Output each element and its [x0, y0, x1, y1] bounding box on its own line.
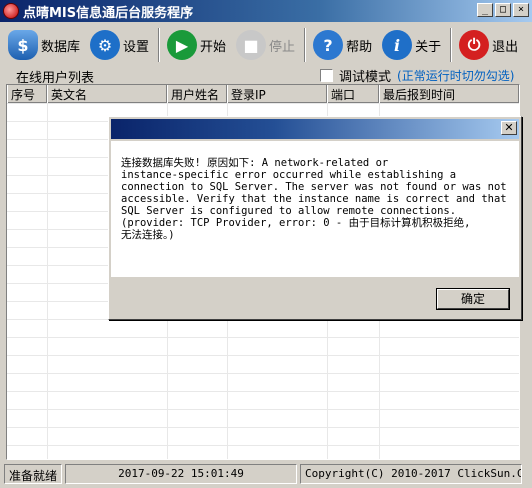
maximize-button[interactable]: □ [495, 3, 511, 17]
database-icon: $ [8, 30, 38, 60]
column-header-port[interactable]: 端口 [327, 85, 379, 103]
debug-mode-label[interactable]: 调试模式 [339, 66, 391, 85]
status-copyright: Copyright(C) 2010-2017 ClickSun.CN [300, 464, 522, 484]
column-header-user-name[interactable]: 用户姓名 [167, 85, 227, 103]
column-header-english-name[interactable]: 英文名 [47, 85, 167, 103]
help-button[interactable]: ? 帮助 [309, 27, 376, 63]
stop-button[interactable]: ■ 停止 [232, 27, 299, 63]
error-message: 连接数据库失败! 原因如下: A network-related or inst… [121, 157, 507, 241]
power-icon: ⏻ [459, 30, 490, 60]
debug-mode-area: 调试模式 (正常运行时切勿勾选) [320, 66, 514, 85]
dialog-title-bar: ✕ [111, 119, 519, 139]
status-bar: 准备就绪 2017-09-22 15:01:49 Copyright(C) 20… [0, 462, 532, 486]
dialog-close-button[interactable]: ✕ [501, 121, 517, 135]
error-dialog: ✕ 连接数据库失败! 原因如下: A network-related or in… [108, 116, 522, 320]
app-icon [3, 3, 19, 19]
dialog-body: 连接数据库失败! 原因如下: A network-related or inst… [111, 141, 519, 277]
debug-mode-checkbox[interactable] [320, 69, 333, 82]
toolbar: $ 数据库 ⚙ 设置 ▶ 开始 ■ 停止 ? 帮助 i 关于 ⏻ 退出 [4, 25, 518, 65]
minimize-button[interactable]: _ [477, 3, 493, 17]
gear-icon: ⚙ [90, 30, 121, 60]
table-header: 序号 英文名 用户姓名 登录IP 端口 最后报到时间 [7, 85, 519, 103]
column-header-login-ip[interactable]: 登录IP [227, 85, 327, 103]
ok-button[interactable]: 确定 [436, 288, 510, 310]
settings-label: 设置 [123, 39, 150, 55]
help-icon: ? [313, 30, 344, 60]
start-button[interactable]: ▶ 开始 [163, 27, 230, 63]
status-text: 准备就绪 [4, 464, 62, 484]
info-icon: i [382, 30, 413, 60]
debug-mode-hint: (正常运行时切勿勾选) [397, 69, 515, 83]
status-datetime: 2017-09-22 15:01:49 [65, 464, 297, 484]
exit-label: 退出 [492, 39, 519, 55]
start-label: 开始 [200, 39, 227, 55]
stop-icon: ■ [236, 30, 267, 60]
exit-button[interactable]: ⏻ 退出 [455, 27, 522, 63]
stop-label: 停止 [269, 39, 296, 55]
column-header-last-report-time[interactable]: 最后报到时间 [379, 85, 519, 103]
about-button[interactable]: i 关于 [378, 27, 445, 63]
database-label: 数据库 [41, 39, 81, 55]
close-button[interactable]: × [513, 3, 529, 17]
column-header-index[interactable]: 序号 [7, 85, 47, 103]
title-bar: 点晴MIS信息通后台服务程序 _ □ × [0, 0, 532, 22]
toolbar-separator [304, 28, 307, 62]
window-title: 点晴MIS信息通后台服务程序 [23, 5, 194, 21]
about-label: 关于 [415, 39, 442, 55]
database-button[interactable]: $ 数据库 [4, 27, 84, 63]
toolbar-separator [158, 28, 161, 62]
grid-divider [47, 103, 48, 459]
settings-button[interactable]: ⚙ 设置 [86, 27, 153, 63]
window-controls: _ □ × [477, 3, 529, 17]
toolbar-separator [450, 28, 453, 62]
help-label: 帮助 [346, 39, 373, 55]
play-icon: ▶ [167, 30, 198, 60]
